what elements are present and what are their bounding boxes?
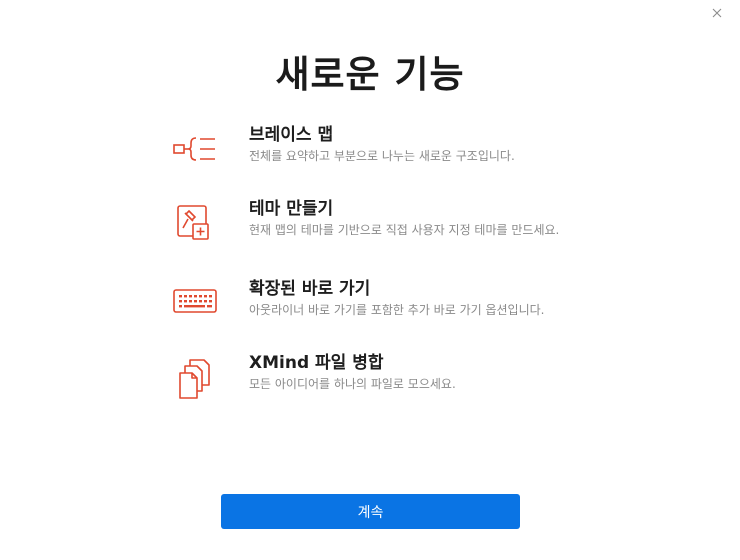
theme-edit-icon xyxy=(172,200,220,246)
feature-description: 현재 맵의 테마를 기반으로 직접 사용자 지정 테마를 만드세요. xyxy=(249,223,560,237)
dialog-title: 새로운 기능 xyxy=(275,53,465,96)
feature-title: 테마 만들기 xyxy=(249,199,334,219)
keyboard-icon xyxy=(172,278,220,324)
merge-files-icon xyxy=(172,356,220,402)
feature-description: 아웃라이너 바로 가기를 포함한 추가 바로 가기 옵션입니다. xyxy=(249,303,545,317)
whats-new-dialog: 새로운 기능 브레이스 맵 전체를 요약하고 부분으로 나누는 새로운 구조입니… xyxy=(0,0,740,560)
feature-title: 브레이스 맵 xyxy=(249,125,334,145)
feature-title: 확장된 바로 가기 xyxy=(249,279,371,299)
feature-description: 모든 아이디어를 하나의 파일로 모으세요. xyxy=(249,377,456,391)
close-icon xyxy=(712,8,722,18)
feature-description: 전체를 요약하고 부분으로 나누는 새로운 구조입니다. xyxy=(249,149,515,163)
close-button[interactable] xyxy=(708,4,726,22)
brace-structure-icon xyxy=(172,126,220,172)
continue-button[interactable]: 계속 xyxy=(221,494,520,529)
feature-title: XMind 파일 병합 xyxy=(249,353,384,373)
